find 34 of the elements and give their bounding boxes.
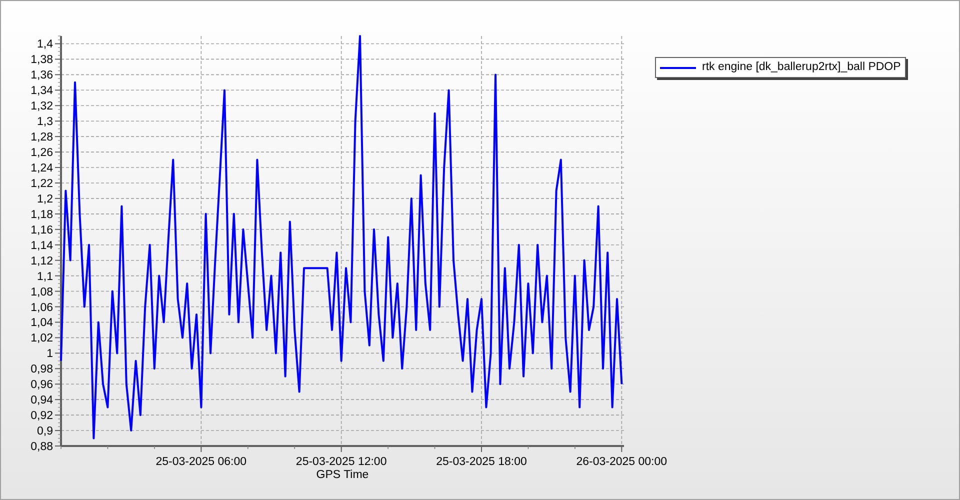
tick-label: 1 [46,348,53,360]
tick-label: 1,04 [30,317,53,330]
legend-line-icon [660,66,696,70]
tick-label: 1,28 [30,132,53,144]
tick-label: 0,96 [30,379,53,392]
tick-label: 1,26 [30,147,53,160]
tick-label: 0,94 [30,394,53,407]
tick-label: 25-03-2025 12:00 [296,456,387,468]
tick-label: 1,1 [37,270,53,283]
tick-label: 0,92 [30,410,53,422]
axis-title: GPS Time [316,469,369,481]
tick-label: 1,24 [30,162,53,174]
tick-label: 1,16 [30,224,53,236]
tick-label: 26-03-2025 00:00 [576,456,668,468]
tick-label: 1,4 [37,38,53,51]
tick-label: 1,06 [30,302,53,314]
tick-label: 1,14 [30,240,53,252]
tick-label: 1,2 [37,193,53,206]
tick-label: 25-03-2025 18:00 [436,456,527,468]
tick-label: 0,88 [30,441,53,453]
tick-label: 1,02 [30,332,53,345]
tick-label: 1,22 [30,178,53,190]
tick-label: 1,18 [30,208,53,221]
tick-label: 25-03-2025 06:00 [156,456,247,468]
tick-label: 0,9 [37,426,53,438]
tick-label: 1,38 [30,54,53,66]
tick-label: 0,98 [30,364,53,376]
tick-label: 1,12 [30,255,53,268]
tick-label: 1,3 [37,116,53,128]
tick-label: 1,08 [30,286,53,298]
tick-label: 1,34 [30,85,53,98]
tick-label: 1,32 [30,100,53,113]
tick-label: 1,36 [30,70,53,82]
legend-label: rtk engine [dk_ballerup2rtx]_ball PDOP [702,60,901,75]
